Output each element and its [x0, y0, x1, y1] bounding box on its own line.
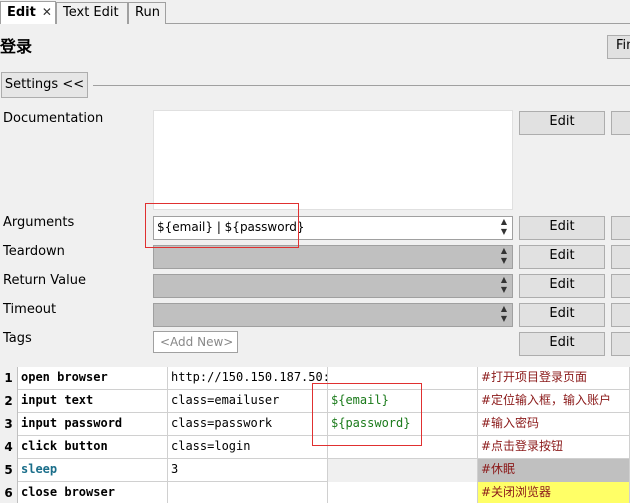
- documentation-label: Documentation: [3, 111, 104, 126]
- documentation-field[interactable]: [153, 110, 513, 210]
- tags-add-new-input[interactable]: <Add New>: [153, 331, 238, 353]
- documentation-edit-button[interactable]: Edit: [519, 111, 605, 135]
- step-comment[interactable]: #打开项目登录页面: [478, 367, 630, 390]
- row-number[interactable]: 3: [0, 413, 18, 436]
- row-number[interactable]: 6: [0, 482, 18, 503]
- tab-text-edit[interactable]: Text Edit: [56, 2, 128, 24]
- settings-toggle-button[interactable]: Settings <<: [1, 72, 88, 98]
- tab-edit[interactable]: Edit ✕: [0, 1, 56, 24]
- teardown-field[interactable]: ▲ ▼: [153, 245, 513, 269]
- arguments-clear-button[interactable]: [611, 216, 630, 240]
- teardown-clear-button[interactable]: [611, 245, 630, 269]
- step-arg1[interactable]: [168, 482, 328, 503]
- tab-run-label: Run: [135, 5, 160, 20]
- step-keyword[interactable]: input password: [18, 413, 168, 436]
- arguments-label: Arguments: [3, 215, 75, 230]
- row-number[interactable]: 1: [0, 367, 18, 390]
- step-comment[interactable]: #点击登录按钮: [478, 436, 630, 459]
- step-comment[interactable]: #休眠: [478, 459, 630, 482]
- table-row[interactable]: 5 sleep 3 #休眠: [0, 459, 630, 482]
- table-row[interactable]: 6 close browser #关闭浏览器: [0, 482, 630, 503]
- return-value-clear-button[interactable]: [611, 274, 630, 298]
- scroll-arrows-icon[interactable]: ▲ ▼: [499, 275, 509, 297]
- step-arg2[interactable]: [328, 459, 478, 482]
- settings-separator: [93, 85, 630, 86]
- scroll-arrows-icon[interactable]: ▲ ▼: [499, 246, 509, 268]
- return-value-label: Return Value: [3, 273, 86, 288]
- teardown-edit-button[interactable]: Edit: [519, 245, 605, 269]
- arguments-highlight-box: [145, 203, 299, 248]
- timeout-clear-button[interactable]: [611, 303, 630, 327]
- documentation-clear-button[interactable]: [611, 111, 630, 135]
- step-keyword[interactable]: open browser: [18, 367, 168, 390]
- tab-bar: Edit ✕ Text Edit Run: [0, 0, 630, 24]
- step-arg1[interactable]: class=login: [168, 436, 328, 459]
- arguments-edit-button[interactable]: Edit: [519, 216, 605, 240]
- timeout-field[interactable]: ▲ ▼: [153, 303, 513, 327]
- scroll-arrows-icon[interactable]: ▲ ▼: [499, 217, 509, 239]
- tags-edit-button[interactable]: Edit: [519, 332, 605, 356]
- teardown-label: Teardown: [3, 244, 65, 259]
- row-number[interactable]: 5: [0, 459, 18, 482]
- tab-text-edit-label: Text Edit: [63, 5, 119, 20]
- step-keyword[interactable]: sleep: [18, 459, 168, 482]
- step-keyword[interactable]: close browser: [18, 482, 168, 503]
- tags-clear-button[interactable]: [611, 332, 630, 356]
- step-comment[interactable]: #输入密码: [478, 413, 630, 436]
- return-value-field[interactable]: ▲ ▼: [153, 274, 513, 298]
- timeout-edit-button[interactable]: Edit: [519, 303, 605, 327]
- return-value-edit-button[interactable]: Edit: [519, 274, 605, 298]
- variables-highlight-box: [312, 383, 422, 446]
- step-comment[interactable]: #关闭浏览器: [478, 482, 630, 503]
- scroll-arrows-icon[interactable]: ▲ ▼: [499, 304, 509, 326]
- row-number[interactable]: 4: [0, 436, 18, 459]
- tab-run[interactable]: Run: [128, 2, 166, 24]
- tab-edit-label: Edit: [7, 5, 36, 20]
- tags-label: Tags: [3, 331, 32, 346]
- step-arg1[interactable]: class=emailuser: [168, 390, 328, 413]
- step-keyword[interactable]: click button: [18, 436, 168, 459]
- step-arg1[interactable]: http://150.150.187.50:fff: [168, 367, 328, 390]
- find-usages-button[interactable]: Fin: [607, 35, 630, 59]
- timeout-label: Timeout: [3, 302, 57, 317]
- close-icon[interactable]: ✕: [42, 5, 52, 19]
- keyword-title: 登录: [0, 37, 33, 56]
- row-number[interactable]: 2: [0, 390, 18, 413]
- step-arg1[interactable]: 3: [168, 459, 328, 482]
- step-arg2[interactable]: [328, 482, 478, 503]
- step-comment[interactable]: #定位输入框，输入账户: [478, 390, 630, 413]
- step-arg1[interactable]: class=passwork: [168, 413, 328, 436]
- step-keyword[interactable]: input text: [18, 390, 168, 413]
